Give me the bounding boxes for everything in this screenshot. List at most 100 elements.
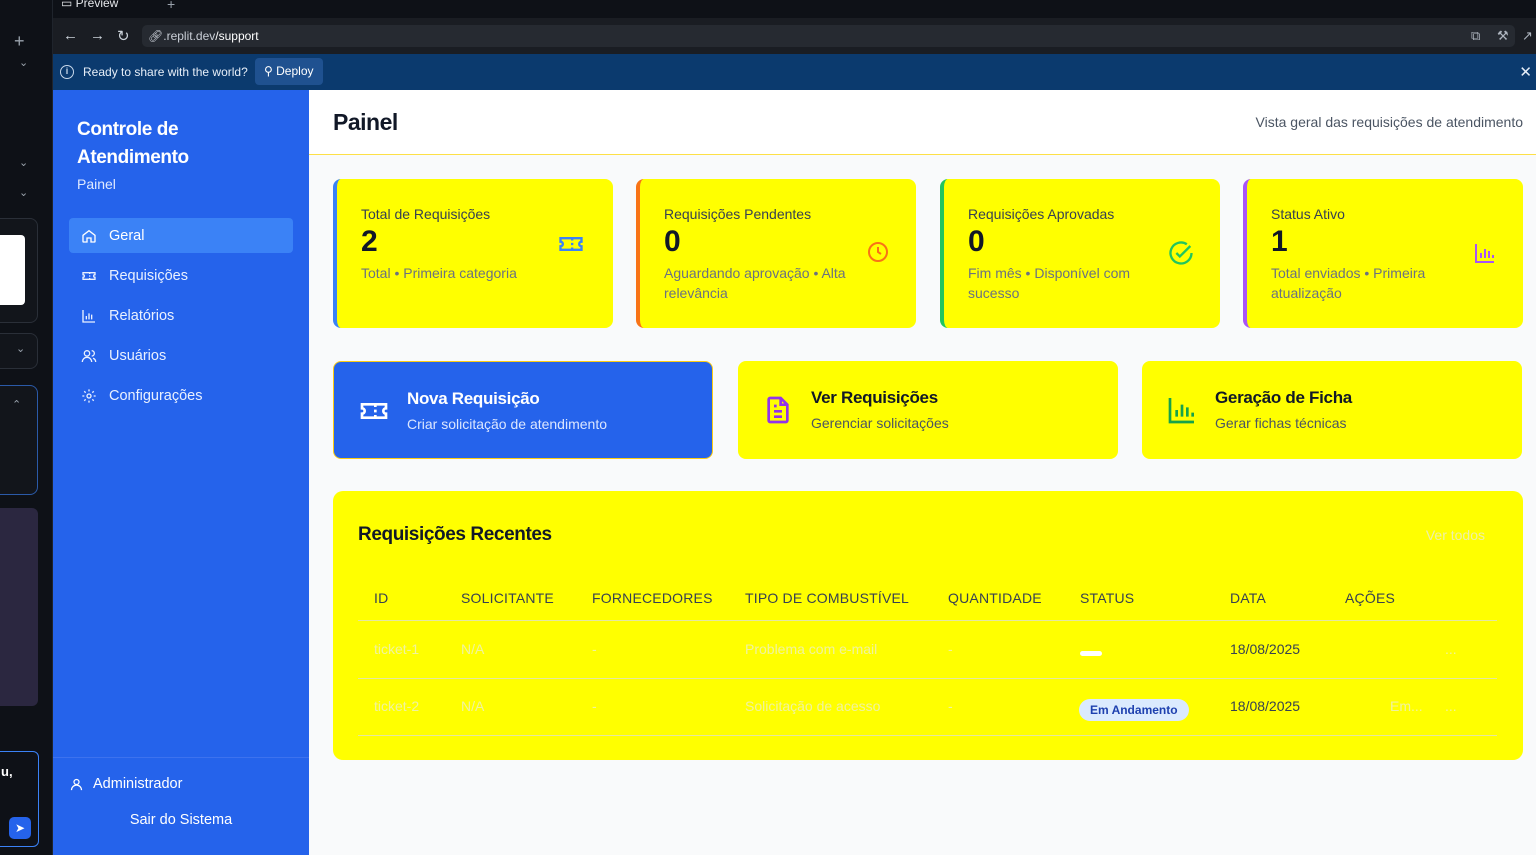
ticket-icon <box>81 268 97 284</box>
cell-date: 18/08/2025 <box>1230 698 1301 714</box>
action-subtitle: Gerar fichas técnicas <box>1215 415 1347 431</box>
back-icon[interactable]: ← <box>63 27 78 44</box>
users-icon <box>81 348 97 364</box>
cell-requester: N/A <box>461 641 485 657</box>
deploy-banner: i Ready to share with the world? ⚲ Deplo… <box>53 54 1536 90</box>
ide-preview-thumbnail <box>0 235 25 305</box>
table-row[interactable]: ticket-1 N/A - Problema com e-mail - 18/… <box>358 622 1497 679</box>
table-row[interactable]: ticket-2 N/A - Solicitação de acesso - E… <box>358 679 1497 736</box>
gear-icon <box>81 388 97 404</box>
brand-subtitle: Painel <box>77 176 116 192</box>
tab-preview[interactable]: ▭ Preview <box>61 0 118 10</box>
cell-type: Solicitação de acesso <box>745 698 881 714</box>
info-icon: i <box>60 65 74 79</box>
chevron-down-icon[interactable]: ⌄ <box>19 156 28 169</box>
close-icon[interactable]: ✕ <box>1519 63 1532 81</box>
new-request-button[interactable]: Nova Requisição Criar solicitação de ate… <box>333 361 713 459</box>
browser-tabbar: ▭ Preview + <box>53 0 1536 18</box>
ticket-icon <box>557 230 585 258</box>
cell-requester: N/A <box>461 698 485 714</box>
cell-quantity: - <box>948 641 953 657</box>
more-actions-icon[interactable]: ... <box>1445 698 1457 714</box>
edit-action-button[interactable]: Em... <box>1390 698 1423 714</box>
generate-sheet-button[interactable]: Geração de Ficha Gerar fichas técnicas <box>1142 361 1522 459</box>
action-title: Ver Requisições <box>811 388 938 407</box>
app-sidebar: Controle de Atendimento Painel Geral Req… <box>53 90 309 855</box>
view-requests-button[interactable]: Ver Requisições Gerenciar solicitações <box>738 361 1118 459</box>
action-subtitle: Criar solicitação de atendimento <box>407 416 607 432</box>
sidebar-item-label: Geral <box>109 227 145 244</box>
rocket-icon: ⚲ <box>264 64 273 78</box>
stat-value: 2 <box>361 225 378 258</box>
see-all-link[interactable]: Ver todos <box>1426 527 1485 543</box>
table-header: ID SOLICITANTE FORNECEDORES TIPO DE COMB… <box>358 577 1497 621</box>
stat-subtitle: Total enviados • Primeira atualização <box>1271 265 1426 301</box>
document-icon <box>762 394 794 426</box>
plus-icon[interactable]: + <box>14 31 25 52</box>
chevron-down-icon[interactable]: ⌄ <box>19 56 28 69</box>
new-tab-icon[interactable]: + <box>167 0 175 12</box>
cell-id: ticket-2 <box>374 698 420 714</box>
chevron-up-icon[interactable]: ⌃ <box>12 398 21 411</box>
column-header: FORNECEDORES <box>592 590 713 606</box>
link-icon: 🔗︎ <box>148 29 164 43</box>
logout-button[interactable]: Sair do Sistema <box>53 812 309 828</box>
external-link-icon[interactable]: ↗ <box>1522 28 1533 44</box>
sidebar-item-label: Requisições <box>109 267 188 284</box>
stat-card-total: Total de Requisições 2 Total • Primeira … <box>333 179 613 328</box>
stat-card-approved: Requisições Aprovadas 0 Fim mês • Dispon… <box>940 179 1220 328</box>
sidebar-item-configuracoes[interactable]: Configurações <box>69 378 293 413</box>
deploy-button[interactable]: ⚲ Deploy <box>255 58 323 85</box>
column-header: DATA <box>1230 590 1267 606</box>
stat-label: Requisições Pendentes <box>664 206 812 222</box>
cell-date: 18/08/2025 <box>1230 641 1301 657</box>
cell-supplier: - <box>592 698 597 714</box>
column-header: ID <box>374 590 389 606</box>
sidebar-item-requisicoes[interactable]: Requisições <box>69 258 293 293</box>
more-actions-icon[interactable]: ... <box>1445 641 1457 657</box>
stat-card-pending: Requisições Pendentes 0 Aguardando aprov… <box>636 179 916 328</box>
status-badge: Em Andamento <box>1079 699 1189 721</box>
sidebar-item-usuarios[interactable]: Usuários <box>69 338 293 373</box>
stat-value: 1 <box>1271 225 1288 258</box>
deploy-message: Ready to share with the world? <box>83 65 248 79</box>
sidebar-item-relatorios[interactable]: Relatórios <box>69 298 293 333</box>
devices-icon[interactable]: ⧉ <box>1471 28 1480 44</box>
recent-requests-card: Requisições Recentes Ver todos ID SOLICI… <box>333 491 1523 760</box>
home-icon <box>81 228 97 244</box>
action-title: Geração de Ficha <box>1215 388 1352 407</box>
page-header: Painel Vista geral das requisições de at… <box>309 90 1536 155</box>
url-path: /support <box>215 29 259 43</box>
sidebar-item-label: Configurações <box>109 387 203 404</box>
wrench-icon[interactable]: ⚒ <box>1497 28 1509 44</box>
stat-value: 0 <box>968 225 985 258</box>
page-description: Vista geral das requisições de atendimen… <box>1255 114 1523 130</box>
cell-id: ticket-1 <box>374 641 420 657</box>
sidebar-footer: Administrador Sair do Sistema <box>53 757 309 855</box>
section-title: Requisições Recentes <box>358 524 552 545</box>
status-badge <box>1080 651 1102 656</box>
reload-icon[interactable]: ↻ <box>117 27 130 45</box>
stat-card-active: Status Ativo 1 Total enviados • Primeira… <box>1243 179 1523 328</box>
user-name: Administrador <box>93 776 183 792</box>
url-field[interactable]: 🔗︎.replit.dev/support <box>142 25 1515 47</box>
stat-label: Status Ativo <box>1271 206 1345 222</box>
action-subtitle: Gerenciar solicitações <box>811 415 949 431</box>
cell-supplier: - <box>592 641 597 657</box>
sidebar-item-geral[interactable]: Geral <box>69 218 293 253</box>
column-header: TIPO DE COMBUSTÍVEL <box>745 590 910 606</box>
deploy-button-label: Deploy <box>276 64 314 78</box>
stat-label: Requisições Aprovadas <box>968 206 1115 222</box>
sidebar-nav: Geral Requisições Relatórios Usuários Co… <box>69 218 293 418</box>
address-bar: ← → ↻ 🔗︎.replit.dev/support ⧉ ⚒ ↗ <box>53 18 1536 54</box>
ide-sidebar: + ⌄ ⌄ ⌄ ⌄ ⌃ u, ➤ <box>0 0 53 855</box>
send-icon[interactable]: ➤ <box>9 817 31 839</box>
bar-chart-icon <box>1473 241 1497 265</box>
chevron-down-icon[interactable]: ⌄ <box>19 186 28 199</box>
forward-icon[interactable]: → <box>90 27 105 44</box>
clock-icon <box>866 240 890 264</box>
stat-label: Total de Requisições <box>361 206 491 222</box>
user-info: Administrador <box>69 776 182 792</box>
chevron-down-icon[interactable]: ⌄ <box>16 342 25 355</box>
page-title: Painel <box>333 109 398 135</box>
